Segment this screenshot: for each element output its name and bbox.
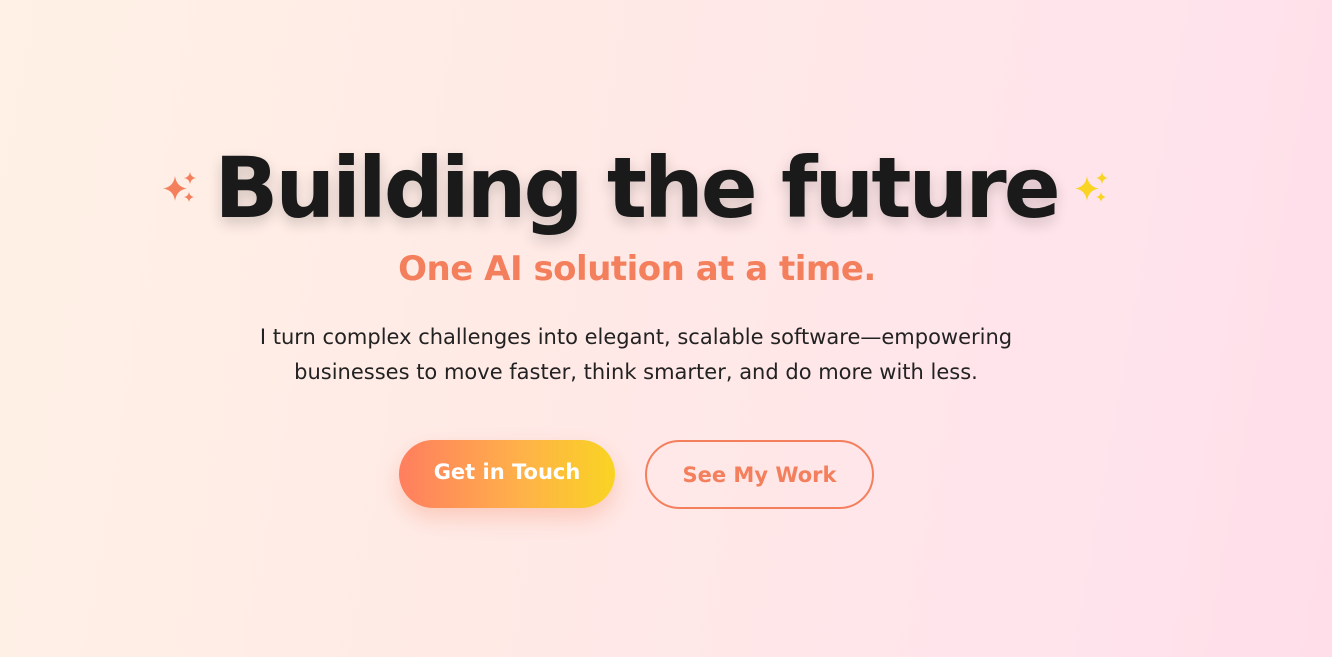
- headline-row: Building the future: [0, 140, 1272, 236]
- hero-subheadline: One AI solution at a time.: [398, 249, 876, 289]
- get-in-touch-button[interactable]: Get in Touch: [399, 440, 615, 508]
- hero-description: I turn complex challenges into elegant, …: [236, 320, 1036, 390]
- description-line-2: businesses to move faster, think smarter…: [294, 360, 978, 384]
- sparkles-icon: [160, 168, 200, 208]
- sparkles-icon: [1072, 168, 1112, 208]
- hero-headline: Building the future: [214, 139, 1060, 237]
- description-line-1: I turn complex challenges into elegant, …: [259, 325, 1013, 349]
- hero-section: Building the future One AI solution at a…: [0, 0, 1332, 657]
- see-my-work-button[interactable]: See My Work: [645, 440, 874, 509]
